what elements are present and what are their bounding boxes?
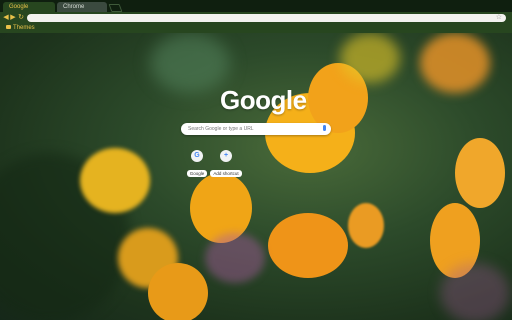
- bookmarks-bar: Themes: [0, 24, 512, 33]
- toolbar: ◀ ▶ ↻ ☆: [0, 12, 512, 24]
- shortcut-label: Add shortcut: [210, 170, 242, 177]
- microphone-icon[interactable]: [323, 125, 326, 131]
- google-icon: G: [191, 150, 203, 162]
- tab-label: Chrome: [63, 4, 85, 10]
- star-icon[interactable]: ☆: [496, 13, 502, 21]
- shortcut-label: Google: [186, 170, 208, 177]
- plus-icon: +: [220, 150, 232, 162]
- tab-strip: Google Chrome: [0, 0, 512, 12]
- shortcut-add[interactable]: + Add shortcut: [208, 150, 244, 180]
- search-box[interactable]: Search Google or type a URL: [181, 123, 331, 135]
- tab-label: Google: [9, 4, 29, 10]
- reload-icon[interactable]: ↻: [17, 14, 25, 22]
- bookmark-themes[interactable]: Themes: [6, 24, 35, 33]
- new-tab-button[interactable]: [108, 4, 123, 12]
- address-bar[interactable]: ☆: [27, 14, 506, 22]
- bookmark-label: Themes: [13, 25, 35, 31]
- google-logo: Google: [220, 85, 307, 115]
- new-tab-page: Google Search Google or type a URL G Goo…: [0, 33, 512, 320]
- tab-google[interactable]: Google: [3, 2, 55, 12]
- forward-arrow-icon[interactable]: ▶: [9, 14, 17, 22]
- folder-icon: [6, 25, 11, 30]
- tab-chrome[interactable]: Chrome: [57, 2, 107, 12]
- search-placeholder: Search Google or type a URL: [188, 126, 254, 132]
